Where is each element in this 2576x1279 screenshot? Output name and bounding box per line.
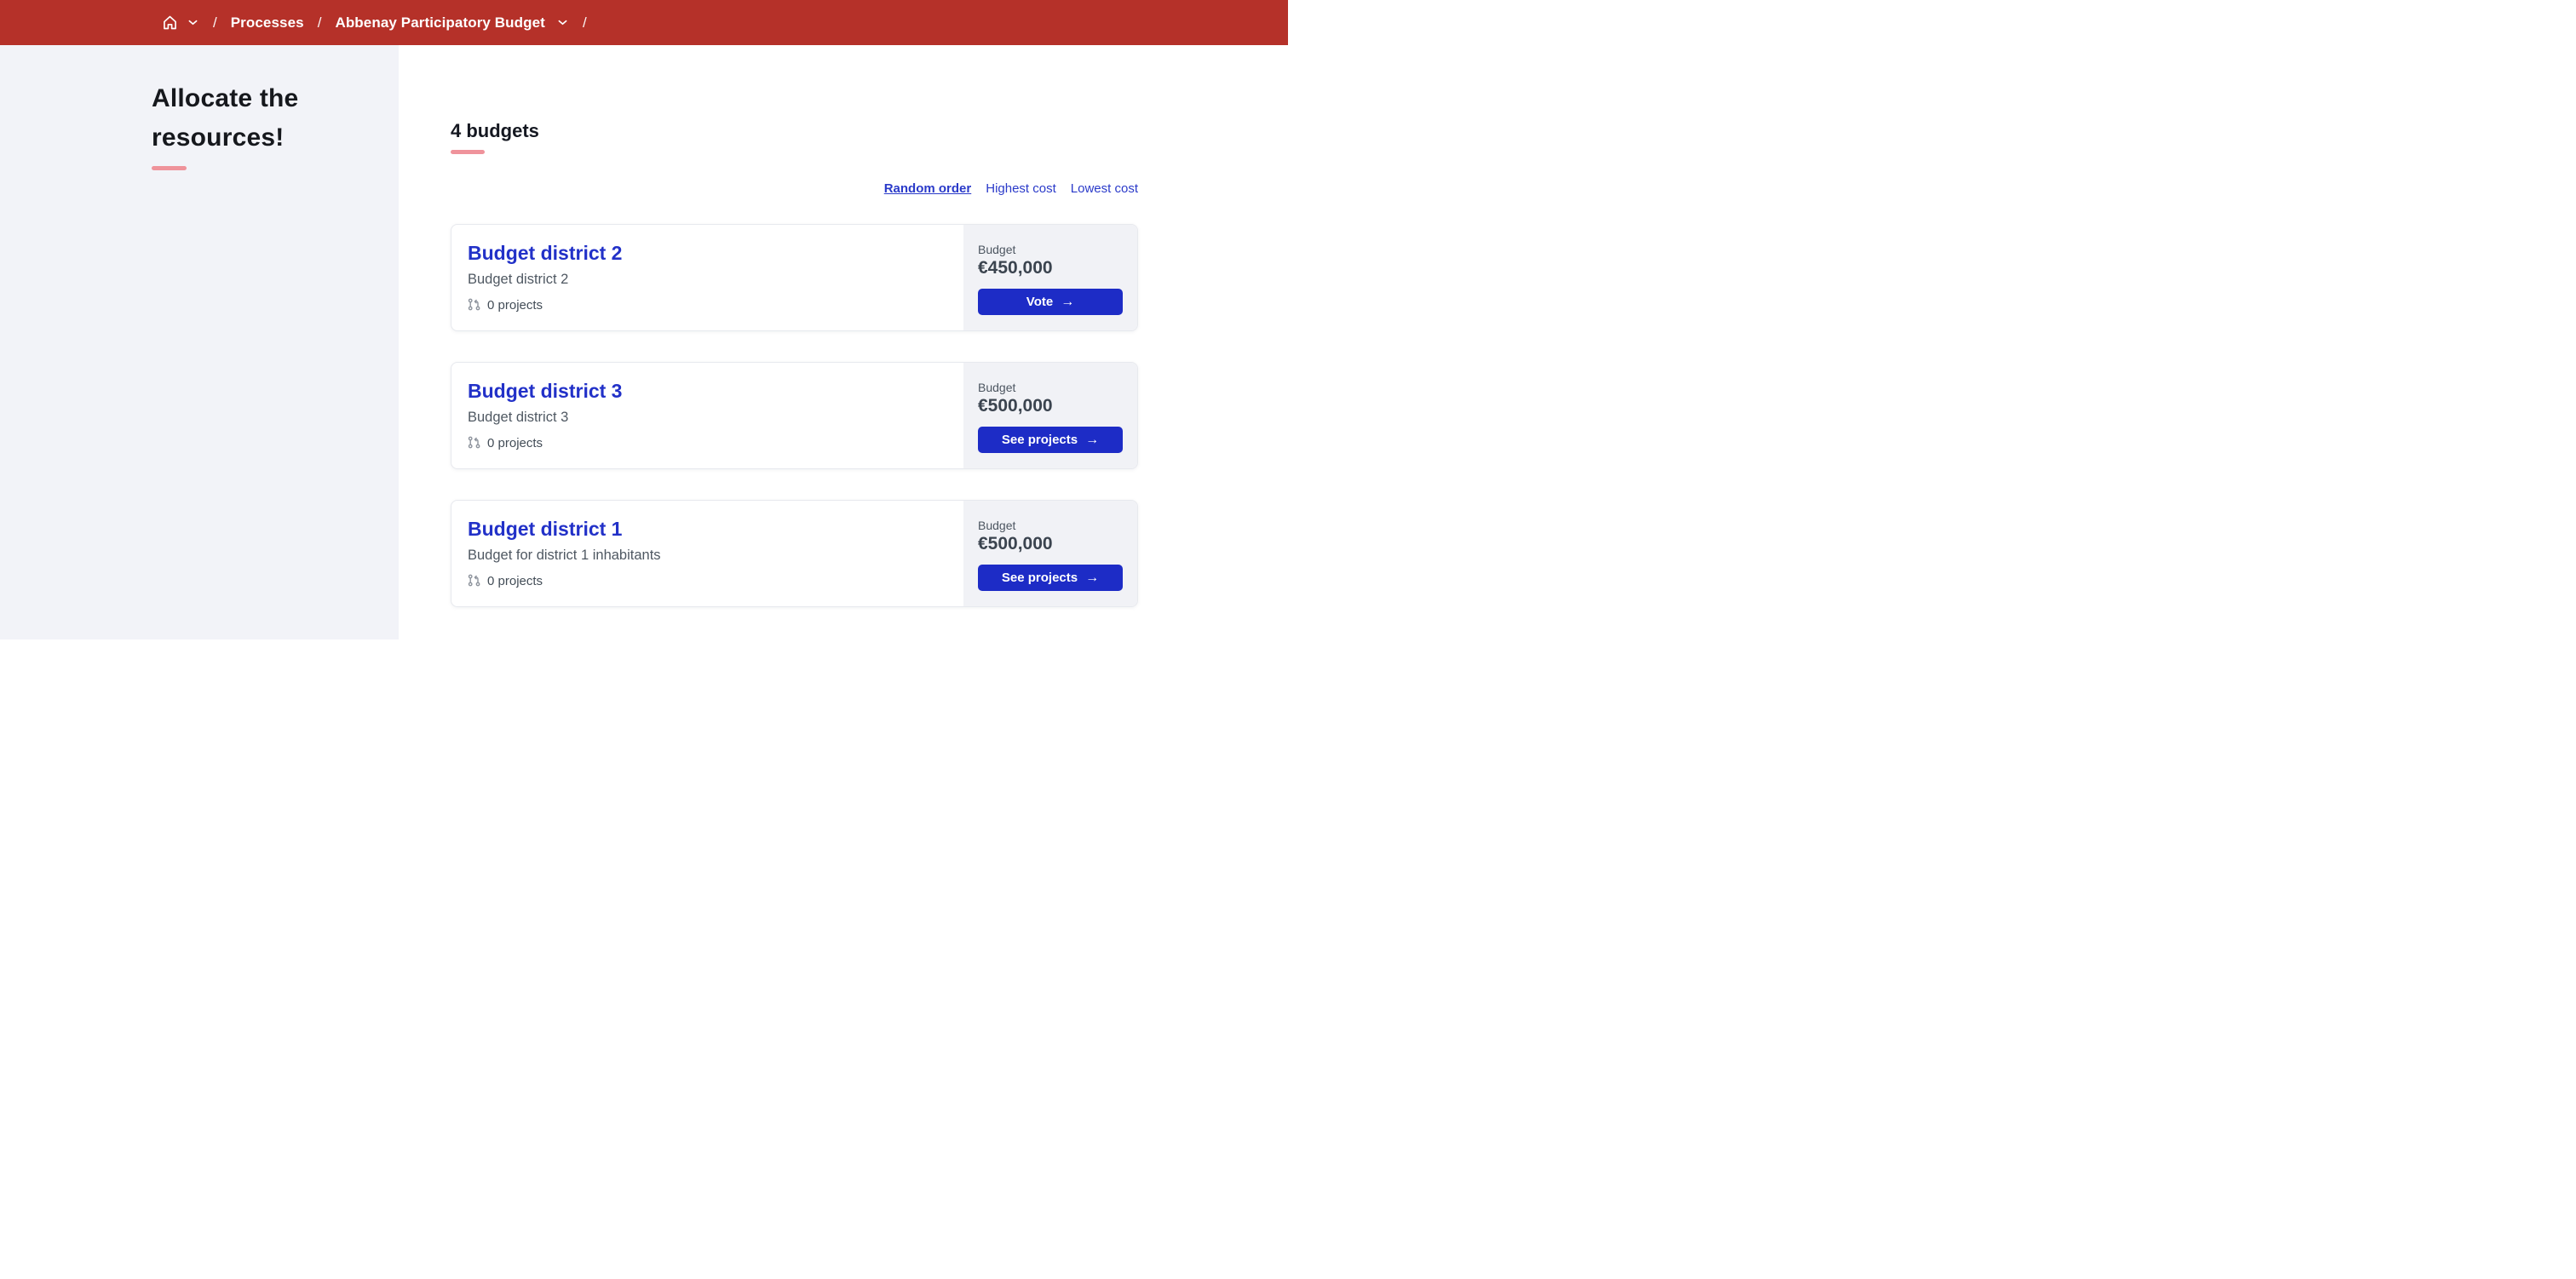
breadcrumb: / Processes / Abbenay Participatory Budg… <box>0 14 589 32</box>
budget-card-body: Budget district 3 Budget district 3 0 pr… <box>451 363 963 468</box>
git-compare-icon <box>468 436 480 449</box>
vote-button-label: Vote <box>1026 295 1054 309</box>
home-icon <box>164 15 176 30</box>
budget-card-list: Budget district 2 Budget district 2 0 pr… <box>451 224 1138 607</box>
sort-highest-cost[interactable]: Highest cost <box>986 181 1056 196</box>
budget-panel: Budget €450,000 Vote → <box>963 225 1137 330</box>
budget-card-title-link[interactable]: Budget district 1 <box>468 518 622 542</box>
home-dropdown-toggle[interactable] <box>187 18 199 27</box>
budget-label: Budget <box>978 243 1016 256</box>
budget-card: Budget district 3 Budget district 3 0 pr… <box>451 362 1138 469</box>
git-compare-icon <box>468 574 480 587</box>
sort-random-order[interactable]: Random order <box>884 181 972 196</box>
budget-card-description: Budget district 2 <box>468 271 569 287</box>
vote-button[interactable]: Vote → <box>978 289 1123 315</box>
budget-amount: €450,000 <box>978 258 1053 278</box>
projects-count: 0 projects <box>487 573 543 588</box>
budget-card-meta: 0 projects <box>468 298 947 313</box>
budget-amount: €500,000 <box>978 534 1053 553</box>
see-projects-button-label: See projects <box>1001 571 1078 585</box>
budget-card-title-link[interactable]: Budget district 3 <box>468 380 622 404</box>
arrow-right-icon: → <box>1085 570 1100 585</box>
budget-panel: Budget €500,000 See projects → <box>963 363 1137 468</box>
git-compare-icon <box>468 298 480 311</box>
sort-options: Random order Highest cost Lowest cost <box>451 181 1138 196</box>
chevron-down-icon <box>558 20 567 26</box>
sidebar: Allocate the resources! <box>0 45 399 640</box>
budget-card-title-link[interactable]: Budget district 2 <box>468 242 622 266</box>
breadcrumb-processes-link[interactable]: Processes <box>231 14 304 32</box>
breadcrumb-separator: / <box>213 14 217 31</box>
chevron-down-icon <box>188 20 198 26</box>
budgets-content: 4 budgets Random order Highest cost Lowe… <box>451 120 1138 607</box>
budget-amount: €500,000 <box>978 396 1053 416</box>
budget-label: Budget <box>978 381 1016 394</box>
projects-count: 0 projects <box>487 435 543 450</box>
sidebar-heading: Allocate the resources! <box>152 84 299 152</box>
see-projects-button[interactable]: See projects → <box>978 427 1123 453</box>
budget-card: Budget district 1 Budget for district 1 … <box>451 500 1138 607</box>
see-projects-button[interactable]: See projects → <box>978 565 1123 591</box>
main-content: 4 budgets Random order Highest cost Lowe… <box>399 45 1288 640</box>
breadcrumb-process-title-link[interactable]: Abbenay Participatory Budget <box>335 14 545 32</box>
layout: Allocate the resources! 4 budgets Random… <box>0 45 1288 640</box>
heading-accent-bar <box>152 166 187 170</box>
breadcrumb-separator: / <box>317 14 322 31</box>
breadcrumb-bar: / Processes / Abbenay Participatory Budg… <box>0 0 1288 45</box>
sort-lowest-cost[interactable]: Lowest cost <box>1071 181 1138 196</box>
arrow-right-icon: → <box>1085 432 1100 447</box>
home-link[interactable] <box>161 14 179 32</box>
budget-card-body: Budget district 1 Budget for district 1 … <box>451 501 963 606</box>
budget-card: Budget district 2 Budget district 2 0 pr… <box>451 224 1138 331</box>
budget-card-description: Budget for district 1 inhabitants <box>468 547 661 563</box>
breadcrumb-separator: / <box>582 14 587 31</box>
budget-label: Budget <box>978 519 1016 532</box>
budget-card-description: Budget district 3 <box>468 409 569 425</box>
budget-card-body: Budget district 2 Budget district 2 0 pr… <box>451 225 963 330</box>
process-dropdown-toggle[interactable] <box>556 18 569 27</box>
budgets-count-heading: 4 budgets <box>451 120 539 141</box>
see-projects-button-label: See projects <box>1001 433 1078 447</box>
budgets-accent-bar <box>451 150 485 154</box>
budget-panel: Budget €500,000 See projects → <box>963 501 1137 606</box>
budget-card-meta: 0 projects <box>468 574 947 588</box>
arrow-right-icon: → <box>1061 294 1075 309</box>
budget-card-meta: 0 projects <box>468 436 947 450</box>
page: / Processes / Abbenay Participatory Budg… <box>0 0 1288 640</box>
projects-count: 0 projects <box>487 297 543 313</box>
